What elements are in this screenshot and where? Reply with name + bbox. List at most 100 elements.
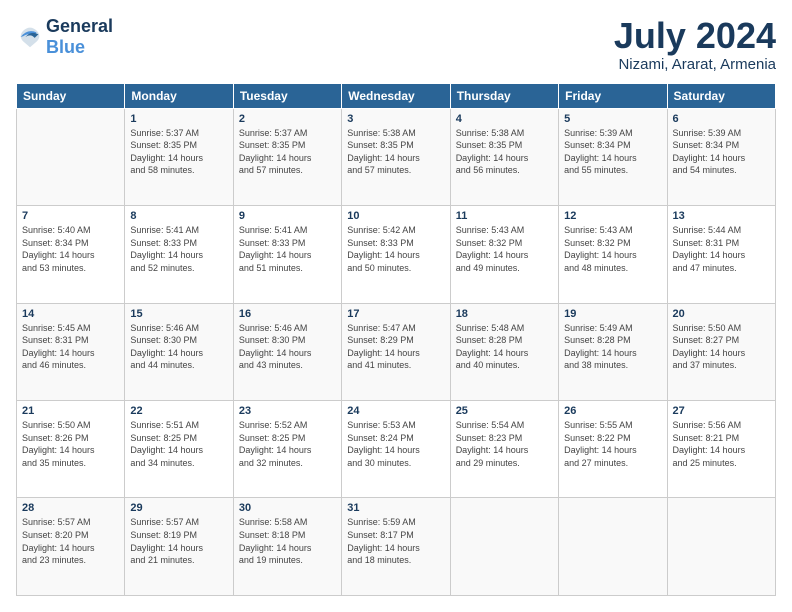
col-monday: Monday bbox=[125, 83, 233, 108]
day-number: 5 bbox=[564, 113, 661, 125]
day-number: 16 bbox=[239, 308, 336, 320]
day-number: 15 bbox=[130, 308, 227, 320]
calendar-cell: 4Sunrise: 5:38 AM Sunset: 8:35 PM Daylig… bbox=[450, 108, 558, 205]
col-sunday: Sunday bbox=[17, 83, 125, 108]
calendar-cell: 22 Sunrise: 5:51 AM Sunset: 8:25 PM Dayli… bbox=[125, 401, 233, 498]
logo-text: General Blue bbox=[46, 16, 113, 58]
calendar-cell: 31 Sunrise: 5:59 AM Sunset: 8:17 PM Dayli… bbox=[342, 498, 450, 596]
cell-content: Sunrise: 5:58 AM Sunset: 8:18 PM Dayligh… bbox=[239, 516, 336, 566]
calendar-cell bbox=[450, 498, 558, 596]
day-number: 1 bbox=[130, 113, 227, 125]
day-number: 3 bbox=[347, 113, 444, 125]
calendar-cell: 10 Sunrise: 5:42 AM Sunset: 8:33 PM Dayli… bbox=[342, 206, 450, 303]
day-number: 23 bbox=[239, 405, 336, 417]
calendar-cell bbox=[17, 108, 125, 205]
cell-content: Sunrise: 5:50 AM Sunset: 8:27 PM Dayligh… bbox=[673, 322, 770, 372]
calendar-cell: 9 Sunrise: 5:41 AM Sunset: 8:33 PM Daylig… bbox=[233, 206, 341, 303]
cell-content: Sunrise: 5:57 AM Sunset: 8:19 PM Dayligh… bbox=[130, 516, 227, 566]
calendar-cell: 17 Sunrise: 5:47 AM Sunset: 8:29 PM Dayli… bbox=[342, 303, 450, 400]
location-subtitle: Nizami, Ararat, Armenia bbox=[614, 56, 776, 73]
cell-content: Sunrise: 5:52 AM Sunset: 8:25 PM Dayligh… bbox=[239, 419, 336, 469]
calendar-week-row: 28Sunrise: 5:57 AM Sunset: 8:20 PM Dayli… bbox=[17, 498, 776, 596]
calendar-cell: 24 Sunrise: 5:53 AM Sunset: 8:24 PM Dayli… bbox=[342, 401, 450, 498]
cell-content: Sunrise: 5:39 AM Sunset: 8:34 PM Dayligh… bbox=[564, 127, 661, 177]
cell-content: Sunrise: 5:46 AM Sunset: 8:30 PM Dayligh… bbox=[239, 322, 336, 372]
calendar-cell bbox=[667, 498, 775, 596]
day-number: 8 bbox=[130, 210, 227, 222]
day-number: 24 bbox=[347, 405, 444, 417]
calendar-cell bbox=[559, 498, 667, 596]
calendar-cell: 30 Sunrise: 5:58 AM Sunset: 8:18 PM Dayli… bbox=[233, 498, 341, 596]
cell-content: Sunrise: 5:53 AM Sunset: 8:24 PM Dayligh… bbox=[347, 419, 444, 469]
cell-content: Sunrise: 5:37 AM Sunset: 8:35 PM Dayligh… bbox=[130, 127, 227, 177]
cell-content: Sunrise: 5:55 AM Sunset: 8:22 PM Dayligh… bbox=[564, 419, 661, 469]
logo: General Blue bbox=[16, 16, 113, 58]
day-number: 29 bbox=[130, 502, 227, 514]
cell-content: Sunrise: 5:38 AM Sunset: 8:35 PM Dayligh… bbox=[456, 127, 553, 177]
cell-content: Sunrise: 5:43 AM Sunset: 8:32 PM Dayligh… bbox=[564, 224, 661, 274]
calendar-page: General Blue July 2024 Nizami, Ararat, A… bbox=[0, 0, 792, 612]
cell-content: Sunrise: 5:43 AM Sunset: 8:32 PM Dayligh… bbox=[456, 224, 553, 274]
logo-icon bbox=[16, 23, 44, 51]
cell-content: Sunrise: 5:41 AM Sunset: 8:33 PM Dayligh… bbox=[130, 224, 227, 274]
col-tuesday: Tuesday bbox=[233, 83, 341, 108]
calendar-header-row: Sunday Monday Tuesday Wednesday Thursday… bbox=[17, 83, 776, 108]
cell-content: Sunrise: 5:40 AM Sunset: 8:34 PM Dayligh… bbox=[22, 224, 119, 274]
calendar-cell: 6 Sunrise: 5:39 AM Sunset: 8:34 PM Daylig… bbox=[667, 108, 775, 205]
calendar-cell: 14 Sunrise: 5:45 AM Sunset: 8:31 PM Dayli… bbox=[17, 303, 125, 400]
day-number: 6 bbox=[673, 113, 770, 125]
calendar-week-row: 14 Sunrise: 5:45 AM Sunset: 8:31 PM Dayli… bbox=[17, 303, 776, 400]
col-friday: Friday bbox=[559, 83, 667, 108]
day-number: 9 bbox=[239, 210, 336, 222]
calendar-cell: 19Sunrise: 5:49 AM Sunset: 8:28 PM Dayli… bbox=[559, 303, 667, 400]
day-number: 17 bbox=[347, 308, 444, 320]
calendar-cell: 13Sunrise: 5:44 AM Sunset: 8:31 PM Dayli… bbox=[667, 206, 775, 303]
cell-content: Sunrise: 5:37 AM Sunset: 8:35 PM Dayligh… bbox=[239, 127, 336, 177]
title-block: July 2024 Nizami, Ararat, Armenia bbox=[614, 16, 776, 73]
calendar-cell: 2 Sunrise: 5:37 AM Sunset: 8:35 PM Daylig… bbox=[233, 108, 341, 205]
calendar-cell: 16 Sunrise: 5:46 AM Sunset: 8:30 PM Dayli… bbox=[233, 303, 341, 400]
day-number: 26 bbox=[564, 405, 661, 417]
cell-content: Sunrise: 5:48 AM Sunset: 8:28 PM Dayligh… bbox=[456, 322, 553, 372]
calendar-week-row: 21Sunrise: 5:50 AM Sunset: 8:26 PM Dayli… bbox=[17, 401, 776, 498]
day-number: 12 bbox=[564, 210, 661, 222]
calendar-cell: 21Sunrise: 5:50 AM Sunset: 8:26 PM Dayli… bbox=[17, 401, 125, 498]
day-number: 22 bbox=[130, 405, 227, 417]
calendar-cell: 25Sunrise: 5:54 AM Sunset: 8:23 PM Dayli… bbox=[450, 401, 558, 498]
day-number: 27 bbox=[673, 405, 770, 417]
calendar-week-row: 7 Sunrise: 5:40 AM Sunset: 8:34 PM Daylig… bbox=[17, 206, 776, 303]
month-year-title: July 2024 bbox=[614, 16, 776, 56]
cell-content: Sunrise: 5:49 AM Sunset: 8:28 PM Dayligh… bbox=[564, 322, 661, 372]
header: General Blue July 2024 Nizami, Ararat, A… bbox=[16, 16, 776, 73]
day-number: 2 bbox=[239, 113, 336, 125]
calendar-cell: 26 Sunrise: 5:55 AM Sunset: 8:22 PM Dayli… bbox=[559, 401, 667, 498]
day-number: 31 bbox=[347, 502, 444, 514]
calendar-cell: 23 Sunrise: 5:52 AM Sunset: 8:25 PM Dayli… bbox=[233, 401, 341, 498]
day-number: 7 bbox=[22, 210, 119, 222]
calendar-cell: 15Sunrise: 5:46 AM Sunset: 8:30 PM Dayli… bbox=[125, 303, 233, 400]
cell-content: Sunrise: 5:59 AM Sunset: 8:17 PM Dayligh… bbox=[347, 516, 444, 566]
day-number: 11 bbox=[456, 210, 553, 222]
calendar-cell: 29 Sunrise: 5:57 AM Sunset: 8:19 PM Dayli… bbox=[125, 498, 233, 596]
calendar-cell: 8 Sunrise: 5:41 AM Sunset: 8:33 PM Daylig… bbox=[125, 206, 233, 303]
cell-content: Sunrise: 5:42 AM Sunset: 8:33 PM Dayligh… bbox=[347, 224, 444, 274]
day-number: 28 bbox=[22, 502, 119, 514]
calendar-table: Sunday Monday Tuesday Wednesday Thursday… bbox=[16, 83, 776, 596]
cell-content: Sunrise: 5:41 AM Sunset: 8:33 PM Dayligh… bbox=[239, 224, 336, 274]
day-number: 14 bbox=[22, 308, 119, 320]
calendar-cell: 5 Sunrise: 5:39 AM Sunset: 8:34 PM Daylig… bbox=[559, 108, 667, 205]
calendar-week-row: 1 Sunrise: 5:37 AM Sunset: 8:35 PM Daylig… bbox=[17, 108, 776, 205]
calendar-cell: 11 Sunrise: 5:43 AM Sunset: 8:32 PM Dayli… bbox=[450, 206, 558, 303]
cell-content: Sunrise: 5:51 AM Sunset: 8:25 PM Dayligh… bbox=[130, 419, 227, 469]
calendar-cell: 3Sunrise: 5:38 AM Sunset: 8:35 PM Daylig… bbox=[342, 108, 450, 205]
cell-content: Sunrise: 5:54 AM Sunset: 8:23 PM Dayligh… bbox=[456, 419, 553, 469]
cell-content: Sunrise: 5:45 AM Sunset: 8:31 PM Dayligh… bbox=[22, 322, 119, 372]
col-wednesday: Wednesday bbox=[342, 83, 450, 108]
day-number: 30 bbox=[239, 502, 336, 514]
calendar-cell: 28Sunrise: 5:57 AM Sunset: 8:20 PM Dayli… bbox=[17, 498, 125, 596]
calendar-cell: 7 Sunrise: 5:40 AM Sunset: 8:34 PM Daylig… bbox=[17, 206, 125, 303]
day-number: 21 bbox=[22, 405, 119, 417]
day-number: 10 bbox=[347, 210, 444, 222]
cell-content: Sunrise: 5:39 AM Sunset: 8:34 PM Dayligh… bbox=[673, 127, 770, 177]
cell-content: Sunrise: 5:47 AM Sunset: 8:29 PM Dayligh… bbox=[347, 322, 444, 372]
